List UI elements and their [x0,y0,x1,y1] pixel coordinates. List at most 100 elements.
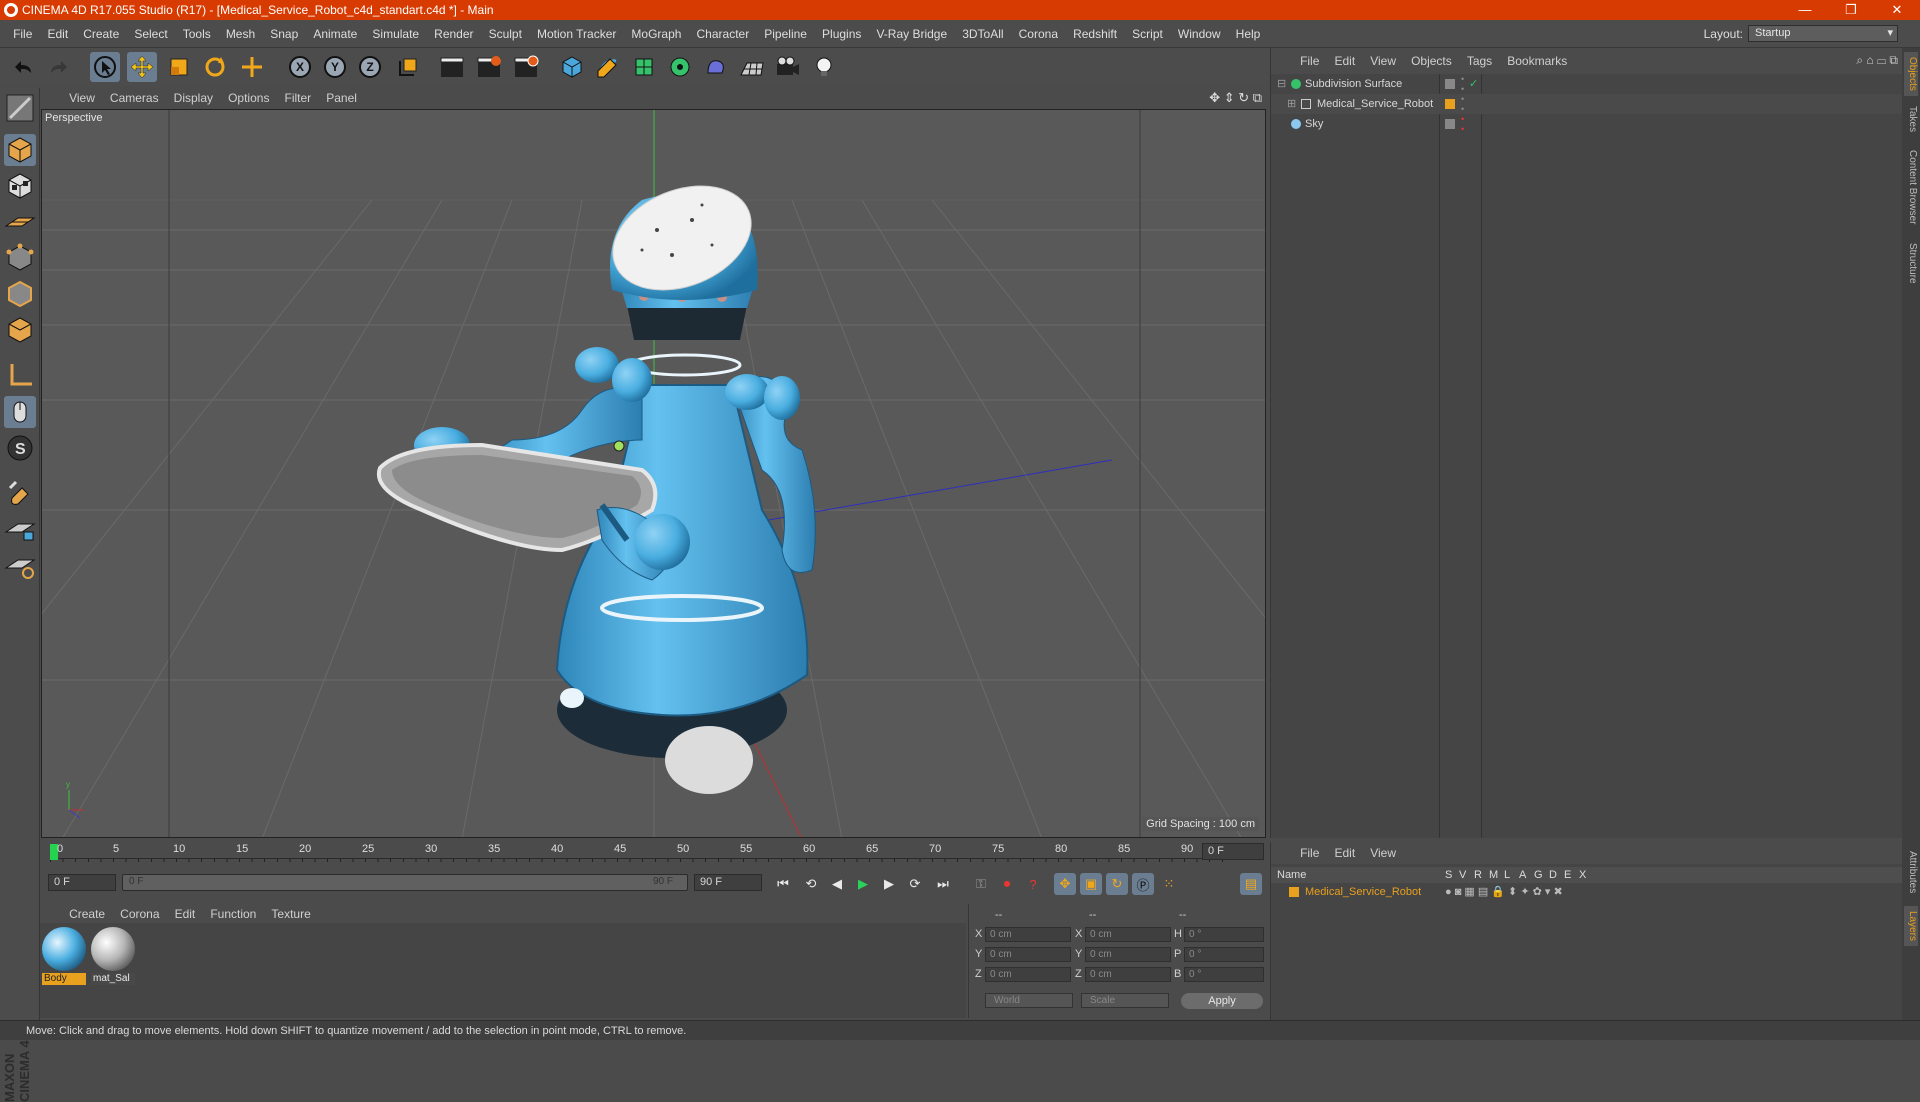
object-menu-edit[interactable]: Edit [1328,48,1361,74]
material-mat-sal[interactable]: mat_Sal [91,927,137,987]
coordinate-space-select[interactable]: World [985,993,1073,1008]
go-to-end-button[interactable]: ⏭ [932,873,954,895]
previous-key-button[interactable]: ⟲ [800,873,822,895]
collapse-icon[interactable]: ⊟ [1277,74,1286,94]
enabled-check-icon[interactable]: ✓ [1469,74,1478,94]
record-rotation-button[interactable]: ↻ [1106,873,1128,895]
size-x-field[interactable]: 0 cm [1085,927,1171,942]
move-tool-button[interactable] [127,52,157,82]
object-menu-objects[interactable]: Objects [1405,48,1458,74]
menu-render[interactable]: Render [428,20,479,48]
add-cube-button[interactable] [557,52,587,82]
play-button[interactable]: ▶ [852,873,874,895]
minimize-button[interactable]: — [1782,0,1828,20]
timeline-ruler[interactable]: 0 5 10 15 20 25 30 35 40 45 50 55 60 65 … [40,842,1268,862]
object-menu-tags[interactable]: Tags [1461,48,1498,74]
close-button[interactable]: ✕ [1874,0,1920,20]
live-selection-button[interactable] [90,52,120,82]
material-menu-create[interactable]: Create [63,904,111,924]
menu-snap[interactable]: Snap [264,20,304,48]
menu-corona[interactable]: Corona [1013,20,1064,48]
preview-range-slider[interactable]: 0 F 90 F [122,874,688,891]
add-spline-button[interactable] [593,52,623,82]
object-menu-bookmarks[interactable]: Bookmarks [1501,48,1573,74]
redo-button[interactable] [44,52,74,82]
layer-row-medical-service-robot[interactable]: Medical_Service_Robot ● ◙ ▦ ▤ 🔒 ⬍ ✦ ✿ ▾ … [1271,883,1903,901]
column-deformers[interactable]: D [1549,867,1557,883]
autokey-button[interactable]: ⏺ [996,873,1018,895]
menu-sculpt[interactable]: Sculpt [483,20,528,48]
tab-layers[interactable]: Layers [1904,906,1918,946]
menu-animate[interactable]: Animate [307,20,363,48]
menu-window[interactable]: Window [1172,20,1227,48]
rotation-p-field[interactable]: 0 ° [1184,947,1264,962]
object-row-sky[interactable]: Sky • • [1271,114,1903,134]
layer-tag-icon[interactable] [1445,79,1455,89]
viewport-nav-icons[interactable]: ✥ ⇕ ↻ ⧉ [1209,90,1262,106]
material-menu-edit[interactable]: Edit [169,904,202,924]
expand-icon[interactable]: ⊞ [1287,94,1296,114]
layer-color-icon[interactable] [1445,99,1455,109]
size-z-field[interactable]: 0 cm [1085,967,1171,982]
object-row-subdivision-surface[interactable]: ⊟ Subdivision Surface • • ✓ [1271,74,1903,94]
rotation-h-field[interactable]: 0 ° [1184,927,1264,942]
edges-mode-button[interactable] [4,278,36,310]
coordinate-mode-select[interactable]: Scale [1081,993,1169,1008]
polygons-mode-button[interactable] [4,314,36,346]
tab-takes[interactable]: Takes [1904,102,1918,136]
column-render[interactable]: R [1474,867,1482,883]
object-row-medical-service-robot[interactable]: ⊞ Medical_Service_Robot • • [1271,94,1903,114]
tweak-mode-button[interactable] [4,396,36,428]
add-generator-button[interactable] [629,52,659,82]
position-y-field[interactable]: 0 cm [985,947,1071,962]
layout-select[interactable]: Startup ▾ [1748,25,1898,42]
record-parameter-button[interactable]: Ⓟ [1132,873,1154,895]
object-manager-search-icons[interactable]: ⌕ ⌂ ▭ ⧉ [1856,53,1898,68]
menu-edit[interactable]: Edit [41,20,74,48]
menu-help[interactable]: Help [1230,20,1267,48]
record-position-button[interactable]: ✥ [1054,873,1076,895]
locked-workplane-button[interactable] [4,514,36,546]
menu-3dtoall[interactable]: 3DToAll [956,20,1009,48]
column-solo[interactable]: S [1445,867,1452,883]
position-z-field[interactable]: 0 cm [985,967,1071,982]
menu-select[interactable]: Select [128,20,173,48]
visibility-dots-icon[interactable]: • • [1461,74,1464,94]
next-key-button[interactable]: ⟳ [904,873,926,895]
record-point-level-button[interactable]: ⁙ [1158,873,1180,895]
model-mode-button[interactable] [4,134,36,166]
enable-axis-button[interactable] [4,360,36,392]
menu-script[interactable]: Script [1126,20,1169,48]
object-menu-view[interactable]: View [1364,48,1402,74]
tab-attributes[interactable]: Attributes [1904,844,1918,900]
menu-simulate[interactable]: Simulate [366,20,425,48]
menu-pipeline[interactable]: Pipeline [758,20,813,48]
add-camera-button[interactable] [773,52,803,82]
visibility-dots-icon[interactable]: • • [1461,114,1464,134]
planar-workplane-button[interactable] [4,550,36,582]
menu-vray-bridge[interactable]: V-Ray Bridge [870,20,953,48]
menu-file[interactable]: File [7,20,38,48]
perspective-viewport[interactable]: Perspective y Grid Spacing: 100 cm [41,109,1266,838]
add-deformer-button[interactable] [701,52,731,82]
menu-mesh[interactable]: Mesh [220,20,261,48]
menu-redshift[interactable]: Redshift [1067,20,1123,48]
layer-tag-icon[interactable] [1445,119,1455,129]
layer-menu-file[interactable]: File [1294,842,1325,864]
current-frame-field[interactable]: 0 F [1202,843,1264,860]
material-body[interactable]: Body [42,927,88,987]
column-manager[interactable]: M [1489,867,1498,883]
column-locked[interactable]: L [1504,867,1510,883]
render-view-button[interactable] [437,52,467,82]
restore-button[interactable]: ❐ [1828,0,1874,20]
z-axis-lock-button[interactable]: Z [355,52,385,82]
rotate-tool-button[interactable] [200,52,230,82]
menu-tools[interactable]: Tools [177,20,217,48]
viewport-menu-panel[interactable]: Panel [320,88,363,108]
texture-mode-button[interactable] [4,170,36,202]
apply-button[interactable]: Apply [1181,993,1263,1009]
solo-mode-button[interactable]: S [4,432,36,464]
workplane-mode-button[interactable] [4,206,36,238]
layer-color-swatch[interactable] [1289,887,1299,897]
object-menu-file[interactable]: File [1294,48,1325,74]
